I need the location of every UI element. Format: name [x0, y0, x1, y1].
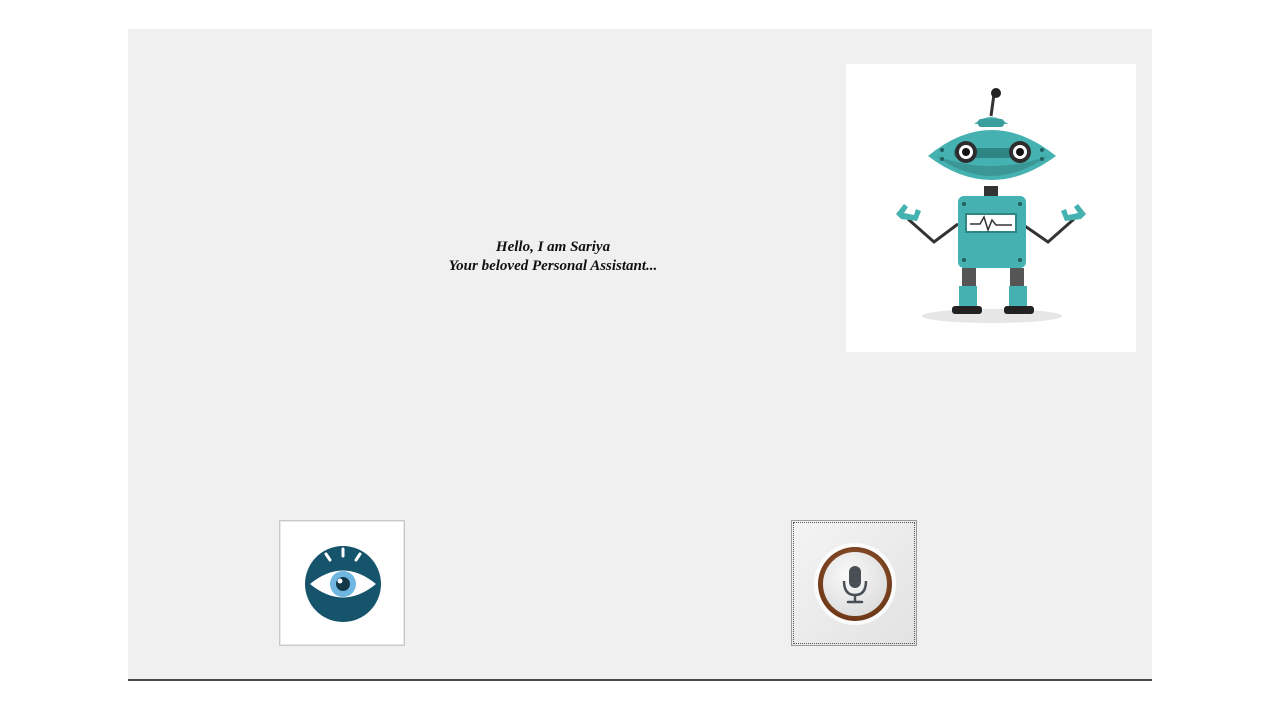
robot-icon	[896, 88, 1086, 323]
microphone-icon	[814, 543, 896, 625]
eye-button[interactable]	[279, 520, 405, 646]
greeting-text: Hello, I am Sariya Your beloved Personal…	[428, 238, 678, 276]
greeting-line-2: Your beloved Personal Assistant...	[448, 258, 658, 274]
robot-image	[846, 64, 1136, 352]
bottom-border	[128, 679, 1152, 681]
eye-icon	[305, 546, 381, 622]
greeting-line-1: Hello, I am Sariya	[495, 239, 611, 255]
microphone-button[interactable]	[791, 520, 917, 646]
